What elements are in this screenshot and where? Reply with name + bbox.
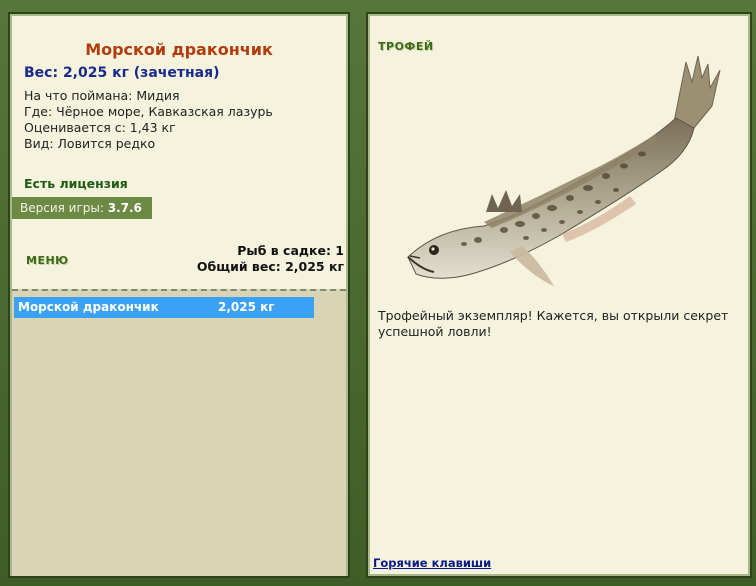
trophy-panel: ТРОФЕЙ Трофейный экземпляр! Кажется, вы … — [366, 12, 752, 578]
fish-weight: Вес: 2,025 кг (зачетная) — [24, 65, 220, 81]
total-weight: Общий вес: 2,025 кг — [196, 259, 344, 274]
fish-count: Рыб в садке: 1 — [237, 243, 344, 258]
version-label: Версия игры: — [20, 201, 104, 215]
bait-info: На что поймана: Мидия — [24, 88, 180, 103]
value-info: Оценивается с: 1,43 кг — [24, 120, 176, 135]
catch-info-panel: Морской дракончик Вес: 2,025 кг (зачетна… — [8, 12, 350, 578]
list-item[interactable]: Морской дракончик 2,025 кг — [14, 297, 314, 318]
fish-name: Морской дракончик — [85, 40, 273, 59]
list-item-name: Морской дракончик — [18, 300, 159, 314]
catch-list: Морской дракончик 2,025 кг — [12, 289, 346, 576]
keepnet-stats: Рыб в садке: 1 Общий вес: 2,025 кг — [197, 243, 344, 275]
fish-image — [407, 55, 721, 286]
version-badge: Версия игры: 3.7.6 — [12, 197, 152, 219]
rarity-info: Вид: Ловится редко — [24, 136, 156, 151]
trophy-message: Трофейный экземпляр! Кажется, вы открыли… — [378, 308, 729, 339]
hotkeys-link[interactable]: Горячие клавиши — [373, 556, 491, 570]
license-status: Есть лицензия — [24, 176, 128, 191]
location-info: Где: Чёрное море, Кавказская лазурь — [24, 104, 273, 119]
version-number: 3.7.6 — [107, 201, 142, 215]
menu-button[interactable]: МЕНЮ — [26, 254, 69, 267]
list-item-weight: 2,025 кг — [218, 300, 275, 314]
